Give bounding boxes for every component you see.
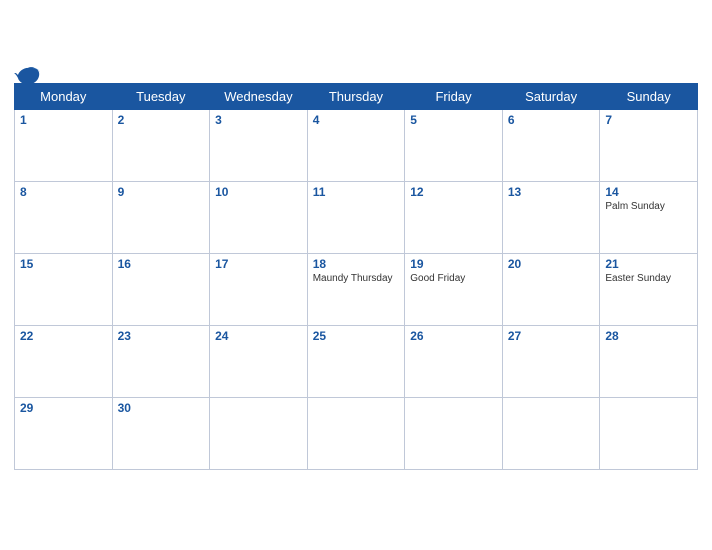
weekday-header-wednesday: Wednesday (210, 83, 308, 109)
day-number: 26 (410, 329, 497, 343)
day-number: 8 (20, 185, 107, 199)
day-number: 20 (508, 257, 595, 271)
calendar-cell: 1 (15, 109, 113, 181)
day-number: 3 (215, 113, 302, 127)
day-number: 12 (410, 185, 497, 199)
day-number: 2 (118, 113, 205, 127)
day-number: 28 (605, 329, 692, 343)
calendar-thead: MondayTuesdayWednesdayThursdayFridaySatu… (15, 83, 698, 109)
logo-bird-icon (14, 66, 42, 88)
day-number: 5 (410, 113, 497, 127)
calendar-cell (405, 397, 503, 469)
weekday-header-thursday: Thursday (307, 83, 405, 109)
week-row-5: 29 30 (15, 397, 698, 469)
day-number: 9 (118, 185, 205, 199)
holiday-name: Maundy Thursday (313, 273, 400, 284)
day-number: 22 (20, 329, 107, 343)
week-row-2: 89 10 11 12 13 14 Palm Sunday (15, 181, 698, 253)
calendar-cell: 12 (405, 181, 503, 253)
calendar-grid: MondayTuesdayWednesdayThursdayFridaySatu… (14, 83, 698, 470)
calendar-cell: 3 (210, 109, 308, 181)
day-number: 4 (313, 113, 400, 127)
day-number: 27 (508, 329, 595, 343)
calendar-cell: 24 (210, 325, 308, 397)
day-number: 13 (508, 185, 595, 199)
day-number: 29 (20, 401, 107, 415)
calendar-cell: 11 (307, 181, 405, 253)
weekday-header-row: MondayTuesdayWednesdayThursdayFridaySatu… (15, 83, 698, 109)
calendar-cell (502, 397, 600, 469)
calendar-cell: 10 (210, 181, 308, 253)
day-number: 11 (313, 185, 400, 199)
holiday-name: Palm Sunday (605, 201, 692, 212)
calendar-cell: 14 Palm Sunday (600, 181, 698, 253)
day-number: 7 (605, 113, 692, 127)
weekday-header-sunday: Sunday (600, 83, 698, 109)
calendar-cell (210, 397, 308, 469)
calendar-cell: 21 Easter Sunday (600, 253, 698, 325)
calendar-cell: 8 (15, 181, 113, 253)
calendar-cell: 13 (502, 181, 600, 253)
calendar-cell: 16 (112, 253, 210, 325)
day-number: 1 (20, 113, 107, 127)
week-row-4: 22 23 24 25 26 27 28 (15, 325, 698, 397)
calendar-cell (600, 397, 698, 469)
day-number: 18 (313, 257, 400, 271)
calendar-tbody: 1234567891011121314Palm Sunday15161718Ma… (15, 109, 698, 469)
calendar-cell: 29 (15, 397, 113, 469)
calendar-cell: 19 Good Friday (405, 253, 503, 325)
calendar-cell: 7 (600, 109, 698, 181)
day-number: 23 (118, 329, 205, 343)
week-row-3: 15 16 17 18 Maundy Thursday 19 Good Friday 20 21… (15, 253, 698, 325)
calendar-cell: 18 Maundy Thursday (307, 253, 405, 325)
calendar-cell: 25 (307, 325, 405, 397)
calendar-cell: 4 (307, 109, 405, 181)
weekday-header-saturday: Saturday (502, 83, 600, 109)
day-number: 15 (20, 257, 107, 271)
calendar-cell: 28 (600, 325, 698, 397)
day-number: 30 (118, 401, 205, 415)
calendar-cell: 30 (112, 397, 210, 469)
calendar-cell: 26 (405, 325, 503, 397)
logo-area (14, 66, 44, 88)
weekday-header-tuesday: Tuesday (112, 83, 210, 109)
day-number: 25 (313, 329, 400, 343)
calendar-cell: 20 (502, 253, 600, 325)
holiday-name: Good Friday (410, 273, 497, 284)
calendar-cell (307, 397, 405, 469)
calendar-cell: 27 (502, 325, 600, 397)
calendar-cell: 5 (405, 109, 503, 181)
calendar-cell: 17 (210, 253, 308, 325)
calendar-container: MondayTuesdayWednesdayThursdayFridaySatu… (0, 67, 712, 484)
holiday-name: Easter Sunday (605, 273, 692, 284)
calendar-cell: 22 (15, 325, 113, 397)
day-number: 21 (605, 257, 692, 271)
day-number: 24 (215, 329, 302, 343)
day-number: 14 (605, 185, 692, 199)
week-row-1: 1234567 (15, 109, 698, 181)
calendar-cell: 9 (112, 181, 210, 253)
calendar-cell: 15 (15, 253, 113, 325)
calendar-cell: 2 (112, 109, 210, 181)
day-number: 17 (215, 257, 302, 271)
day-number: 19 (410, 257, 497, 271)
weekday-header-friday: Friday (405, 83, 503, 109)
day-number: 6 (508, 113, 595, 127)
day-number: 10 (215, 185, 302, 199)
day-number: 16 (118, 257, 205, 271)
calendar-cell: 23 (112, 325, 210, 397)
calendar-cell: 6 (502, 109, 600, 181)
